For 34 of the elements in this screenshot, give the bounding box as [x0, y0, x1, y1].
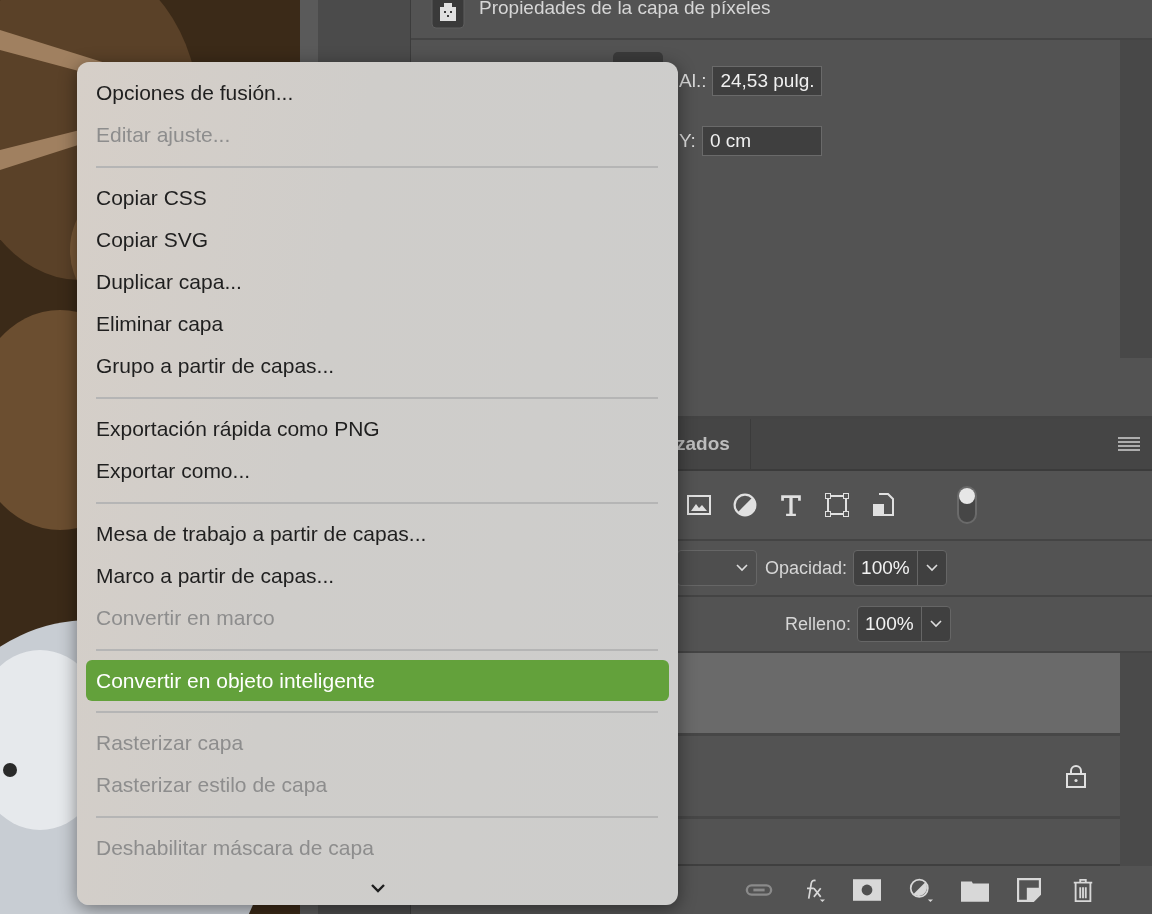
menu-item[interactable]: Exportar como...	[86, 450, 669, 492]
mask-icon[interactable]	[853, 878, 881, 902]
filter-toggle[interactable]	[957, 486, 977, 524]
menu-item[interactable]: Mesa de trabajo a partir de capas...	[86, 513, 669, 555]
menu-item[interactable]: Copiar SVG	[86, 219, 669, 261]
scrollbar[interactable]	[1120, 653, 1152, 866]
menu-item[interactable]: Duplicar capa...	[86, 261, 669, 303]
field-label: Y:	[679, 130, 696, 152]
menu-item[interactable]: Grupo a partir de capas...	[86, 345, 669, 387]
menu-icon[interactable]	[1118, 437, 1140, 451]
blend-mode-dropdown[interactable]	[677, 550, 757, 586]
menu-item[interactable]: Exportación rápida como PNG	[86, 408, 669, 450]
adjustment-icon[interactable]	[907, 878, 935, 902]
input-field[interactable]: 0 cm	[701, 126, 822, 156]
menu-item[interactable]: Copiar CSS	[86, 177, 669, 219]
type-icon[interactable]	[779, 493, 803, 517]
new-layer-icon[interactable]	[1015, 878, 1043, 902]
document-icon[interactable]	[871, 493, 895, 517]
shape-icon[interactable]	[825, 493, 849, 517]
caret-icon	[925, 564, 938, 572]
chevron-down-icon[interactable]	[369, 883, 386, 893]
menu-item[interactable]: Marco a partir de capas...	[86, 555, 669, 597]
panel-title: Propiedades de la capa de píxeles	[479, 0, 771, 19]
folder-icon[interactable]	[961, 878, 989, 902]
input-field[interactable]: 24,53 pulg.	[712, 66, 823, 96]
image-icon[interactable]	[687, 493, 711, 517]
menu-item[interactable]: Opciones de fusión...	[86, 72, 669, 114]
opacity-label: Opacidad:	[765, 557, 848, 579]
field-label: Al.:	[679, 70, 707, 92]
adjustment-icon[interactable]	[733, 493, 757, 517]
caret-icon	[929, 620, 942, 628]
fill-label: Relleno:	[785, 613, 852, 635]
caret-icon	[736, 564, 748, 572]
menu-item[interactable]: Eliminar capa	[86, 303, 669, 345]
